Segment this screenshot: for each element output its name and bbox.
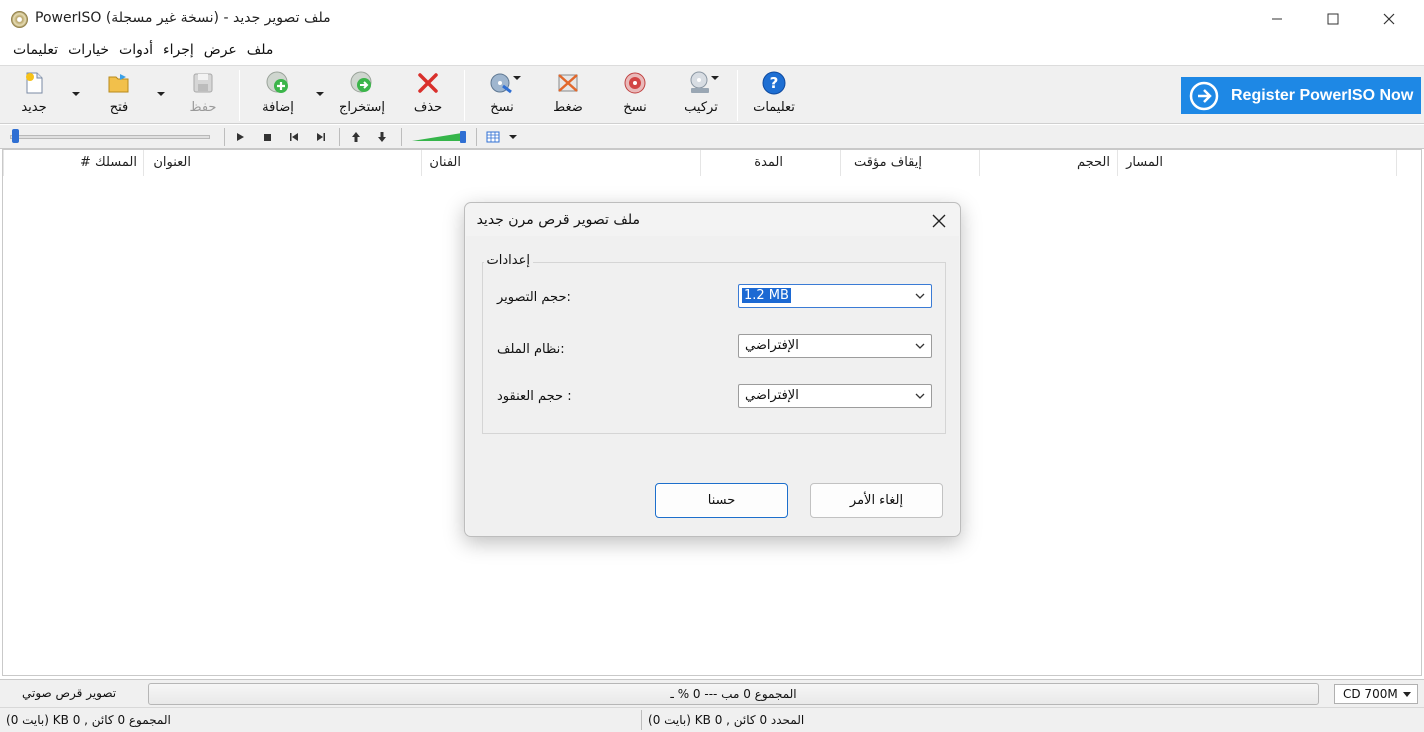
minimize-button[interactable] [1254, 4, 1300, 34]
player-separator [224, 128, 225, 146]
help-button[interactable]: ? تعليمات [750, 70, 798, 120]
add-dropdown-arrow-icon[interactable] [315, 90, 325, 98]
chevron-down-icon [915, 343, 925, 349]
dialog-title: ملف تصوير قرص مرن جديد [476, 212, 640, 228]
menu-action[interactable]: إجراء [158, 42, 199, 58]
column-size[interactable]: الحجم [979, 150, 1116, 176]
status-bar-top: تصوير قرص صوتي المجموع 0 مب --- 0 % ـ CD… [0, 679, 1424, 707]
move-down-icon[interactable] [375, 130, 389, 144]
cluster-size-select[interactable]: الإفتراضي [738, 384, 932, 408]
register-now-button[interactable]: Register PowerISO Now [1181, 77, 1421, 114]
column-pause[interactable]: إيقاف مؤقت [840, 150, 928, 176]
add-button[interactable]: إضافة [258, 70, 298, 120]
status-divider [641, 710, 642, 730]
capacity-progress-bar: المجموع 0 مب --- 0 % ـ [148, 683, 1319, 705]
view-dropdown-arrow-icon[interactable] [506, 130, 520, 144]
menu-file[interactable]: ملف [242, 42, 279, 58]
save-disk-icon [193, 73, 213, 93]
mount-dropdown-arrow-icon[interactable] [710, 74, 720, 82]
save-button[interactable]: حفظ [185, 70, 221, 120]
new-document-icon [26, 72, 43, 94]
extract-arrow-icon [350, 71, 372, 93]
maximize-button[interactable] [1310, 4, 1356, 34]
title-bar: PowerISO ملف تصوير جديد - (نسخة غير مسجل… [0, 0, 1424, 38]
close-icon [1383, 13, 1395, 25]
open-folder-icon [108, 74, 129, 93]
column-artist[interactable]: الفنان [421, 150, 467, 176]
menu-tools[interactable]: أدوات [114, 42, 158, 58]
burn-button[interactable]: نسخ [617, 70, 653, 120]
settings-group-title: إعدادات [483, 253, 533, 268]
main-toolbar: جديد فتح حفظ إضافة إستخراج حذف نسخ ضغط ن… [0, 65, 1424, 124]
player-separator [339, 128, 340, 146]
previous-track-icon[interactable] [287, 130, 301, 144]
move-up-icon[interactable] [349, 130, 363, 144]
menu-help[interactable]: تعليمات [8, 42, 63, 58]
menu-view[interactable]: عرض [199, 42, 242, 58]
chevron-down-icon [915, 393, 925, 399]
menu-bar: ملف عرض إجراء أدوات خيارات تعليمات [0, 38, 1424, 65]
window-title: PowerISO ملف تصوير جديد - (نسخة غير مسجل… [35, 10, 331, 26]
maximize-icon [1327, 13, 1339, 25]
close-icon [932, 214, 946, 228]
image-size-select[interactable]: 1.2 MB [738, 284, 932, 308]
new-button[interactable]: جديد [16, 70, 52, 120]
audio-player-bar [0, 125, 1424, 149]
player-separator [476, 128, 477, 146]
arrow-right-circle-icon [1189, 81, 1219, 110]
volume-slider[interactable] [410, 130, 468, 144]
column-headers: # المسلك العنوان الفنان المدة إيقاف مؤقت… [3, 150, 1421, 176]
total-objects-status: (بايت 0) KB المجموع 0 كائن , 0 [6, 713, 171, 727]
delete-x-icon [418, 73, 438, 93]
svg-text:?: ? [770, 74, 779, 92]
chevron-down-icon [915, 293, 925, 299]
play-icon[interactable] [233, 130, 247, 144]
toolbar-separator [464, 70, 465, 121]
selected-objects-status: (بايت 0) KB المحدد 0 كائن , 0 [648, 713, 805, 727]
burn-disc-icon [624, 72, 646, 94]
filesystem-select[interactable]: الإفتراضي [738, 334, 932, 358]
compress-clamp-icon [558, 74, 578, 92]
help-question-icon: ? [762, 71, 786, 95]
view-grid-icon[interactable] [486, 130, 500, 144]
compress-button[interactable]: ضغط [550, 70, 586, 120]
copy-dropdown-arrow-icon[interactable] [512, 74, 522, 82]
player-separator [401, 128, 402, 146]
column-track[interactable]: # المسلك [3, 150, 143, 176]
settings-group: إعدادات حجم التصوير: 1.2 MB نظام الملف: … [482, 253, 946, 434]
toolbar-separator [737, 70, 738, 121]
extract-button[interactable]: إستخراج [334, 70, 390, 120]
column-filler [1396, 150, 1421, 176]
dropdown-arrow-icon [1403, 692, 1411, 697]
column-path[interactable]: المسار [1117, 150, 1169, 176]
media-size-select[interactable]: CD 700M [1334, 684, 1418, 704]
minimize-icon [1272, 18, 1282, 20]
close-window-button[interactable] [1366, 4, 1412, 34]
column-duration[interactable]: المدة [700, 150, 789, 176]
image-size-label: حجم التصوير: [497, 290, 571, 305]
seek-track[interactable] [10, 135, 210, 139]
status-bar-bottom: (بايت 0) KB المجموع 0 كائن , 0 (بايت 0) … [0, 707, 1424, 732]
cancel-button[interactable]: إلغاء الأمر [810, 483, 943, 518]
filesystem-label: نظام الملف: [497, 342, 565, 357]
open-dropdown-arrow-icon[interactable] [156, 90, 166, 98]
open-button[interactable]: فتح [104, 70, 134, 120]
add-plus-icon [266, 71, 288, 93]
new-floppy-image-dialog: ملف تصوير قرص مرن جديد إعدادات حجم التصو… [464, 202, 961, 537]
toolbar-separator [239, 70, 240, 121]
seek-slider-thumb[interactable] [12, 129, 19, 143]
cluster-size-label: حجم العنقود : [497, 389, 572, 404]
capacity-progress-text: المجموع 0 مب --- 0 % ـ [670, 687, 797, 701]
menu-options[interactable]: خيارات [63, 42, 114, 58]
new-dropdown-arrow-icon[interactable] [71, 90, 81, 98]
dialog-close-button[interactable] [927, 209, 951, 233]
column-title[interactable]: العنوان [143, 150, 197, 176]
stop-icon[interactable] [260, 130, 274, 144]
next-track-icon[interactable] [314, 130, 328, 144]
poweriso-app-icon [11, 11, 28, 28]
ok-button[interactable]: حسنا [655, 483, 788, 518]
image-type-label: تصوير قرص صوتي [22, 686, 117, 700]
delete-button[interactable]: حذف [410, 70, 446, 120]
